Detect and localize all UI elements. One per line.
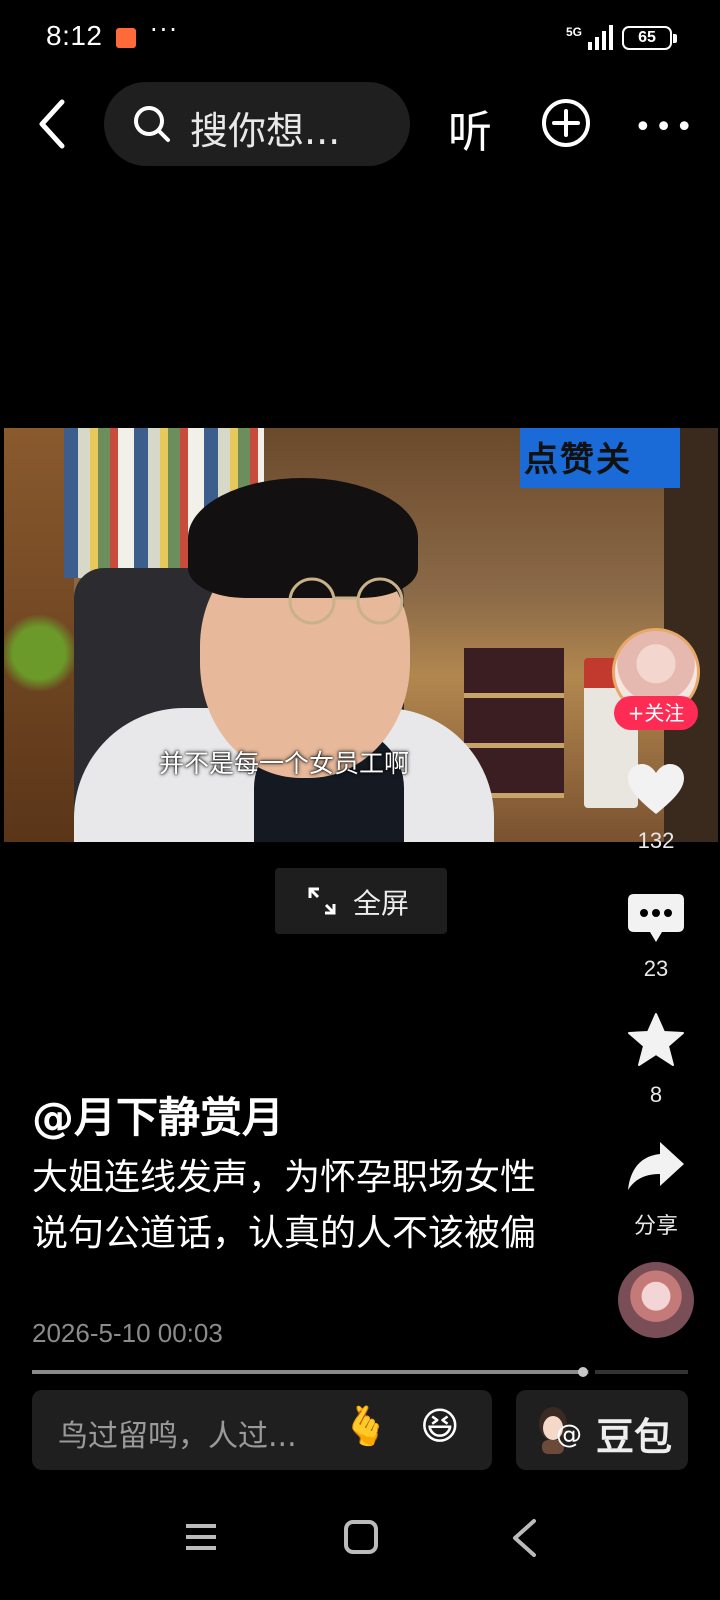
fullscreen-button[interactable]: 全屏 bbox=[275, 868, 447, 934]
finger-heart-emoji-icon[interactable]: 🫰 bbox=[342, 1404, 389, 1449]
post-date: 2026-5-10 00:03 bbox=[32, 1318, 223, 1348]
progress-knob[interactable] bbox=[578, 1367, 588, 1377]
progress-fill bbox=[32, 1370, 583, 1374]
listen-button[interactable]: 听 bbox=[448, 96, 492, 160]
more-notifications-icon: ··· bbox=[150, 16, 179, 44]
doubao-button[interactable]: @ 豆包 bbox=[516, 1390, 688, 1470]
fullscreen-label: 全屏 bbox=[353, 887, 410, 920]
nav-back-icon[interactable] bbox=[510, 1518, 538, 1558]
status-time: 8:12 bbox=[46, 20, 103, 51]
battery-icon: 65 bbox=[622, 26, 677, 50]
network-type: 5G bbox=[566, 25, 582, 39]
notification-icon bbox=[116, 28, 136, 48]
like-count: 132 bbox=[637, 828, 675, 853]
glasses-image bbox=[288, 577, 404, 625]
video-subtitle: 并不是每一个女员工啊 bbox=[158, 749, 409, 778]
plant-image bbox=[4, 598, 74, 708]
recent-apps-icon[interactable] bbox=[184, 1522, 218, 1552]
home-icon[interactable] bbox=[344, 1520, 378, 1554]
author-name[interactable]: @月下静赏月 bbox=[32, 1084, 284, 1145]
favorite-count: 8 bbox=[649, 1082, 663, 1107]
comment-count: 23 bbox=[643, 956, 669, 981]
banner-text: 点赞关 bbox=[524, 440, 632, 480]
more-options-icon[interactable]: ••• bbox=[634, 110, 696, 145]
comment-input[interactable]: 鸟过留鸣，人过... 🫰 😆 bbox=[32, 1390, 492, 1470]
back-icon[interactable] bbox=[34, 98, 74, 150]
search-bar[interactable]: 搜你想... bbox=[104, 82, 410, 166]
system-nav-bar bbox=[0, 1500, 720, 1600]
post-description: 大姐连线发声，为怀孕职场女性说句公道话，认真的人不该被偏 bbox=[32, 1157, 537, 1254]
video-player[interactable]: 点赞关 并不是每一个女员工啊 bbox=[4, 428, 718, 842]
favorite-star-icon[interactable] bbox=[626, 1012, 686, 1068]
expand-icon bbox=[308, 887, 336, 915]
music-disc-avatar[interactable] bbox=[618, 1262, 694, 1338]
doubao-label: 豆包 bbox=[596, 1415, 673, 1459]
follow-button[interactable]: +关注 bbox=[614, 696, 698, 730]
progress-gap bbox=[589, 1368, 595, 1376]
search-placeholder: 搜你想... bbox=[190, 109, 341, 153]
search-icon bbox=[134, 106, 170, 142]
share-label: 分享 bbox=[633, 1213, 678, 1238]
comment-placeholder: 鸟过留鸣，人过... bbox=[58, 1419, 297, 1454]
video-progress-bar[interactable] bbox=[32, 1367, 688, 1377]
signal-icon: 5G bbox=[566, 25, 613, 50]
like-heart-icon[interactable] bbox=[626, 762, 686, 818]
status-bar: 8:12 ··· 5G 65 bbox=[0, 0, 720, 80]
doubao-at-symbol: @ bbox=[556, 1420, 582, 1450]
comment-icon[interactable] bbox=[626, 890, 686, 946]
share-arrow-icon[interactable] bbox=[626, 1138, 686, 1194]
add-icon[interactable] bbox=[541, 98, 591, 148]
grin-emoji-icon[interactable]: 😆 bbox=[420, 1404, 460, 1448]
